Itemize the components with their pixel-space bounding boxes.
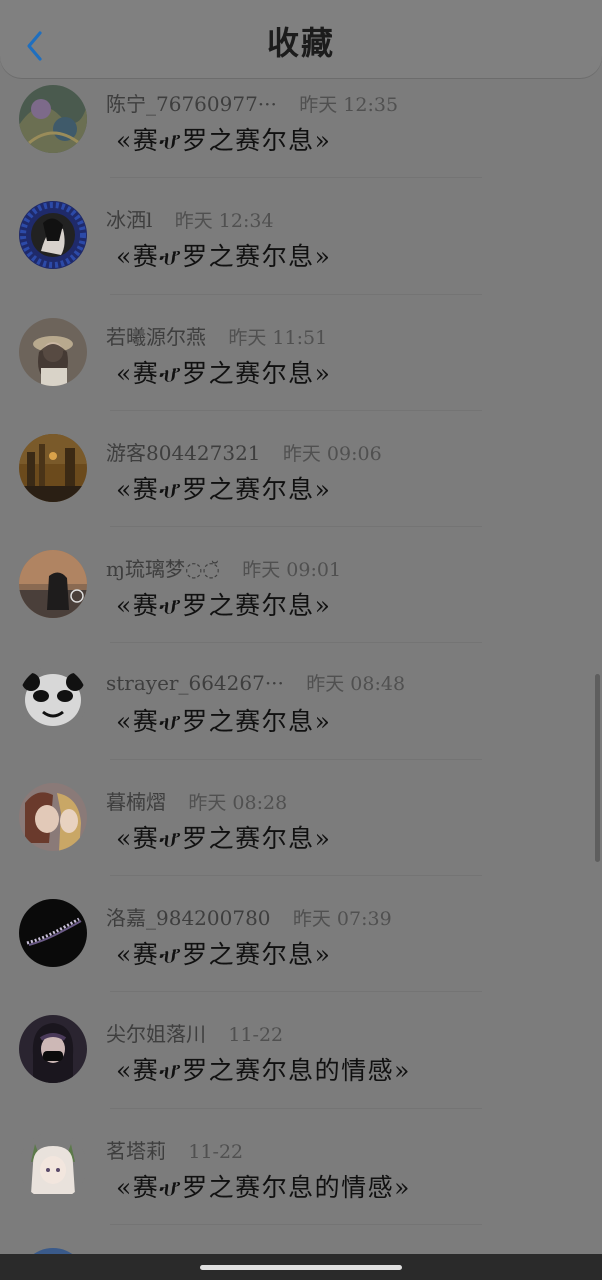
list-item[interactable]: 陈宁_76760977··· 昨天 12:35 «赛ሇ罗之赛尔息» [0,62,602,179]
timestamp: 昨天 09:01 [242,559,342,582]
page-title: 收藏 [266,24,335,62]
message-text[interactable]: «赛ሇ罗之赛尔息» [116,470,331,506]
item-meta: ɱ琉璃梦◌◌̆ 昨天 09:01 [106,553,341,582]
username[interactable]: strayer_664267··· [106,671,284,695]
avatar[interactable] [19,317,87,386]
timestamp: 昨天 09:06 [282,442,382,465]
list-item[interactable]: 尖尔姐落川 11-22 «赛ሇ罗之赛尔息的情感» [0,992,602,1109]
message-text[interactable]: «赛ሇ罗之赛尔息» [116,935,331,971]
list-item[interactable]: 若曦源尔燕 昨天 11:51 «赛ሇ罗之赛尔息» [0,295,602,412]
username[interactable]: ɱ琉璃梦◌◌̆ [106,557,220,581]
list-item[interactable]: 茗塔莉 11-22 «赛ሇ罗之赛尔息的情感» [0,1109,602,1226]
item-meta: 若曦源尔燕 昨天 11:51 [106,321,327,350]
username[interactable]: 茗塔莉 [106,1139,166,1163]
item-meta: 尖尔姐落川 11-22 [106,1018,283,1047]
home-indicator[interactable] [200,1265,402,1270]
avatar[interactable] [19,899,87,968]
list-item[interactable]: 暮楠熠 昨天 08:28 «赛ሇ罗之赛尔息» [0,760,602,877]
system-nav-bar [0,1254,602,1280]
timestamp: 昨天 07:39 [292,908,392,931]
message-text[interactable]: «赛ሇ罗之赛尔息的情感» [116,1051,411,1087]
avatar[interactable] [19,782,87,851]
header-bar: 收藏 [0,0,602,78]
item-meta: 游客804427321 昨天 09:06 [106,437,382,466]
timestamp: 昨天 11:51 [228,326,328,349]
message-text[interactable]: «赛ሇ罗之赛尔息的情感» [116,1168,411,1204]
item-meta: 冰洒l 昨天 12:34 [106,204,274,233]
message-text[interactable]: «赛ሇ罗之赛尔息» [116,121,331,157]
list-item[interactable]: strayer_664267··· 昨天 08:48 «赛ሇ罗之赛尔息» [0,643,602,761]
username[interactable]: 洛嘉_984200780 [106,906,271,930]
avatar[interactable] [19,666,87,735]
avatar[interactable] [19,550,87,619]
scrollbar[interactable] [595,674,600,862]
list-item[interactable]: 洛嘉_984200780 昨天 07:39 «赛ሇ罗之赛尔息» [0,876,602,993]
item-meta: 暮楠熠 昨天 08:28 [106,786,287,815]
item-meta: 洛嘉_984200780 昨天 07:39 [106,902,392,931]
list-item[interactable]: 冰洒l 昨天 12:34 «赛ሇ罗之赛尔息» [0,178,602,295]
message-text[interactable]: «赛ሇ罗之赛尔息» [116,354,331,390]
avatar[interactable] [19,433,87,502]
favorites-screen: 收藏 陈宁_76760977··· 昨天 12:35 «赛ሇ罗之赛尔息» 冰洒l… [0,0,602,1280]
avatar[interactable] [19,85,87,153]
message-text[interactable]: «赛ሇ罗之赛尔息» [116,819,331,855]
username[interactable]: 暮楠熠 [106,790,166,814]
message-text[interactable]: «赛ሇ罗之赛尔息» [116,237,331,273]
favorites-list[interactable]: 陈宁_76760977··· 昨天 12:35 «赛ሇ罗之赛尔息» 冰洒l 昨天… [0,62,602,1280]
item-meta: 陈宁_76760977··· 昨天 12:35 [106,88,398,117]
item-meta: 茗塔莉 11-22 [106,1135,243,1164]
username[interactable]: 冰洒l [106,208,152,232]
message-text[interactable]: «赛ሇ罗之赛尔息» [116,702,331,738]
timestamp: 昨天 08:48 [306,673,406,696]
avatar[interactable] [19,1131,87,1200]
timestamp: 昨天 12:34 [174,210,274,233]
item-meta: strayer_664267··· 昨天 08:48 [106,669,405,696]
username[interactable]: 尖尔姐落川 [106,1022,206,1046]
username[interactable]: 陈宁_76760977··· [106,92,277,116]
list-item[interactable]: 游客804427321 昨天 09:06 «赛ሇ罗之赛尔息» [0,411,602,528]
avatar[interactable] [19,1015,87,1084]
timestamp: 昨天 08:28 [188,791,288,814]
timestamp: 昨天 12:35 [299,94,399,116]
list-item[interactable]: ɱ琉璃梦◌◌̆ 昨天 09:01 «赛ሇ罗之赛尔息» [0,527,602,644]
username[interactable]: 若曦源尔燕 [106,325,206,349]
timestamp: 11-22 [188,1140,244,1163]
username[interactable]: 游客804427321 [106,441,261,465]
avatar[interactable] [19,201,87,270]
message-text[interactable]: «赛ሇ罗之赛尔息» [116,586,331,622]
timestamp: 11-22 [228,1024,284,1047]
